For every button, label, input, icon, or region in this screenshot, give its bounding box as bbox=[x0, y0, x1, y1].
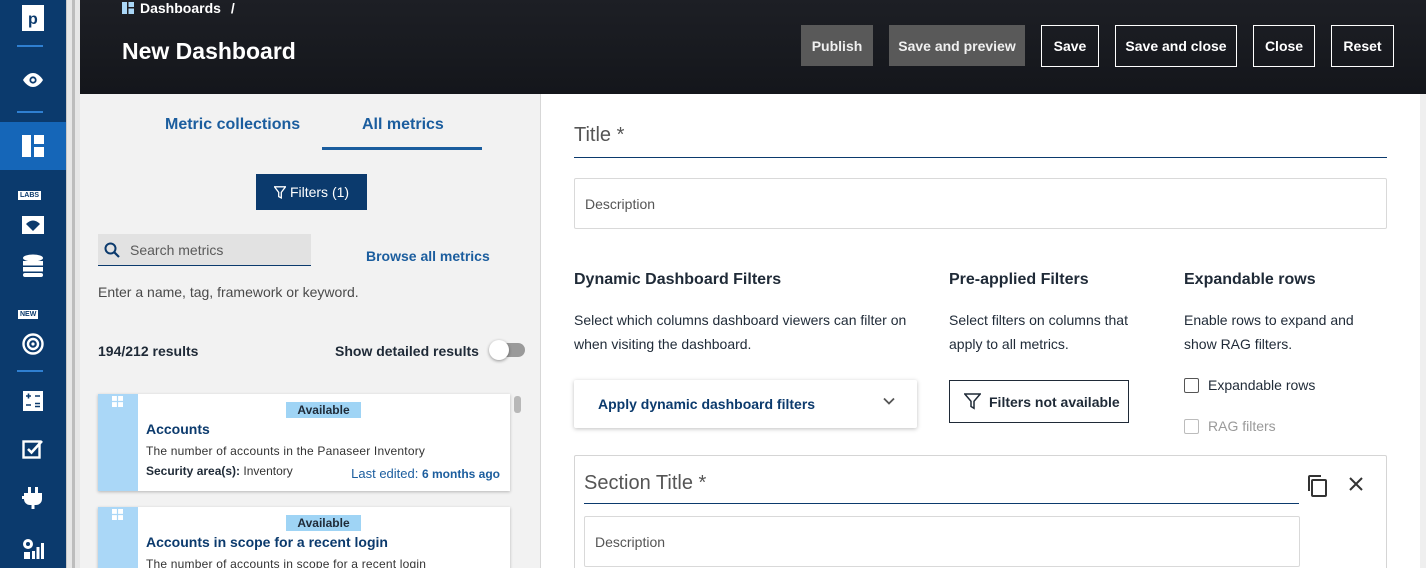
show-detailed-toggle[interactable] bbox=[489, 340, 525, 360]
card-last-edited: Last edited: 6 months ago bbox=[351, 466, 500, 481]
search-hint: Enter a name, tag, framework or keyword. bbox=[98, 284, 359, 300]
breadcrumb-separator: / bbox=[230, 0, 235, 16]
labs-icon[interactable] bbox=[0, 194, 66, 242]
plug-icon[interactable] bbox=[0, 474, 66, 522]
preapplied-filters-text: Select filters on columns that apply to … bbox=[949, 312, 1128, 352]
dashboard-icon[interactable] bbox=[0, 122, 66, 170]
rag-filters-checkbox-label: RAG filters bbox=[1208, 418, 1276, 434]
breadcrumb-link-dashboards[interactable]: Dashboards bbox=[140, 0, 221, 16]
checklist-icon[interactable] bbox=[0, 425, 66, 473]
filters-button-label: Filters (1) bbox=[289, 184, 350, 200]
card-description: The number of accounts in the Panaseer I… bbox=[146, 444, 426, 458]
database-icon[interactable] bbox=[0, 242, 66, 290]
expandable-rows-text: Enable rows to expand and show RAG filte… bbox=[1184, 312, 1354, 352]
filters-not-available-button[interactable]: Filters not available bbox=[949, 380, 1129, 423]
title-input[interactable]: Title * bbox=[574, 124, 1387, 158]
dashboard-icon bbox=[122, 2, 134, 14]
calculator-icon[interactable] bbox=[0, 377, 66, 425]
chevron-down-icon bbox=[883, 397, 895, 405]
dashboard-icon bbox=[112, 509, 123, 520]
rail-divider bbox=[17, 45, 43, 47]
card-security-area: Security area(s): Inventory bbox=[146, 464, 293, 478]
card-title[interactable]: Accounts in scope for a recent login bbox=[146, 534, 388, 550]
expandable-rows-heading: Expandable rows bbox=[1184, 271, 1316, 288]
logo-icon[interactable]: p bbox=[0, 0, 66, 36]
results-count: 194/212 results bbox=[98, 343, 199, 359]
apply-dynamic-filters-label: Apply dynamic dashboard filters bbox=[598, 396, 816, 412]
rail-divider bbox=[17, 370, 43, 372]
checkbox-box[interactable] bbox=[1184, 377, 1199, 393]
search-input[interactable] bbox=[130, 241, 300, 258]
browse-all-metrics-link[interactable]: Browse all metrics bbox=[366, 248, 490, 264]
dynamic-filters-text: Select which columns dashboard viewers c… bbox=[574, 312, 907, 352]
expandable-rows-checkbox[interactable]: Expandable rows bbox=[1184, 377, 1315, 393]
filters-button[interactable]: Filters (1) bbox=[256, 174, 367, 210]
dashboard-section: Section Title * Description bbox=[574, 455, 1387, 568]
preapplied-filters-heading: Pre-applied Filters bbox=[949, 271, 1089, 288]
reset-button[interactable]: Reset bbox=[1331, 25, 1394, 67]
expandable-rows-checkbox-label: Expandable rows bbox=[1208, 377, 1316, 393]
description-input[interactable]: Description bbox=[574, 178, 1387, 229]
filter-icon bbox=[964, 393, 981, 410]
results-scrollbar[interactable] bbox=[514, 396, 521, 413]
dashboard-form: Title * Description Dynamic Dashboard Fi… bbox=[542, 94, 1426, 568]
eye-icon[interactable] bbox=[0, 56, 66, 104]
metric-card-accounts[interactable]: Available Accounts The number of account… bbox=[98, 394, 510, 491]
checkbox-box bbox=[1184, 418, 1199, 434]
metric-card-accounts-in-scope[interactable]: Available Accounts in scope for a recent… bbox=[98, 507, 510, 568]
card-title[interactable]: Accounts bbox=[146, 421, 210, 437]
copy-icon[interactable] bbox=[1306, 474, 1328, 498]
card-description: The number of accounts in scope for a re… bbox=[146, 557, 427, 568]
save-and-preview-button[interactable]: Save and preview bbox=[889, 25, 1025, 66]
page-title: New Dashboard bbox=[122, 38, 296, 64]
active-tab-indicator bbox=[322, 147, 482, 150]
svg-text:p: p bbox=[28, 11, 38, 28]
search-box bbox=[98, 234, 311, 266]
section-title-input[interactable]: Section Title * bbox=[584, 472, 1299, 504]
dashboard-icon bbox=[112, 396, 123, 407]
apply-dynamic-filters-dropdown[interactable]: Apply dynamic dashboard filters bbox=[574, 380, 917, 428]
filters-not-available-label: Filters not available bbox=[989, 393, 1120, 410]
status-badge: Available bbox=[286, 515, 361, 531]
filter-icon bbox=[273, 185, 286, 199]
tab-metric-collections[interactable]: Metric collections bbox=[165, 116, 300, 134]
form-scrollbar[interactable] bbox=[1420, 94, 1426, 568]
search-icon bbox=[104, 242, 120, 258]
save-button[interactable]: Save bbox=[1041, 25, 1099, 67]
show-detailed-label: Show detailed results bbox=[335, 343, 479, 359]
breadcrumb: Dashboards / bbox=[122, 0, 235, 16]
close-icon[interactable] bbox=[1348, 476, 1364, 492]
nav-rail: p LABS NEW bbox=[0, 0, 66, 568]
section-description-input[interactable]: Description bbox=[584, 516, 1300, 567]
dynamic-filters-heading: Dynamic Dashboard Filters bbox=[574, 271, 782, 288]
rag-filters-checkbox: RAG filters bbox=[1184, 418, 1276, 434]
metrics-panel: Metric collections All metrics Filters (… bbox=[80, 94, 541, 568]
save-and-close-button[interactable]: Save and close bbox=[1115, 25, 1237, 67]
settings-chart-icon[interactable] bbox=[0, 524, 66, 568]
publish-button[interactable]: Publish bbox=[801, 25, 873, 66]
card-type-strip bbox=[98, 394, 138, 491]
tab-all-metrics[interactable]: All metrics bbox=[362, 116, 444, 134]
card-type-strip bbox=[98, 507, 138, 568]
status-badge: Available bbox=[286, 402, 361, 418]
close-button[interactable]: Close bbox=[1253, 25, 1315, 67]
rail-divider bbox=[17, 111, 43, 113]
page-header: Dashboards / New Dashboard Publish Save … bbox=[80, 0, 1426, 94]
rail-resize-handle[interactable] bbox=[66, 0, 80, 568]
target-icon[interactable] bbox=[0, 312, 66, 360]
